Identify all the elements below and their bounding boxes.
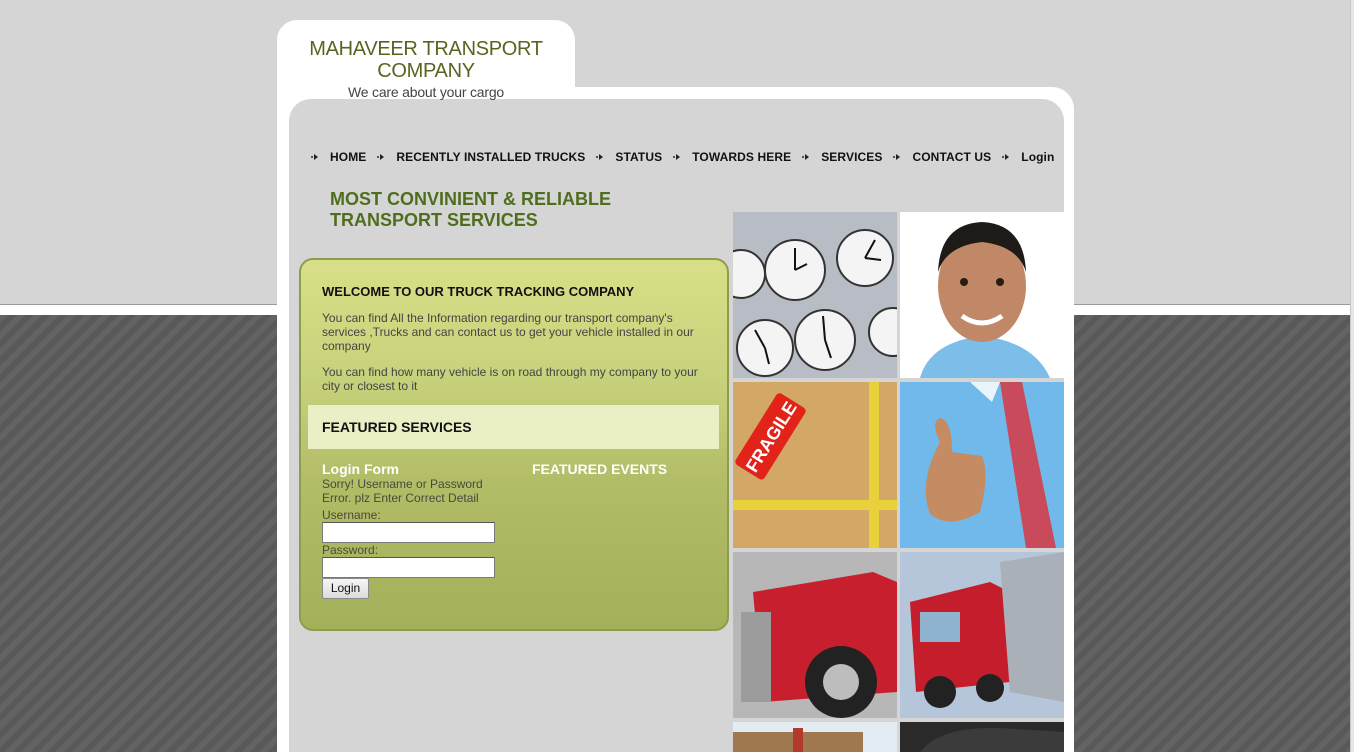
- arrow-bullet-icon: [377, 154, 385, 160]
- nav-item-login[interactable]: Login: [1002, 150, 1054, 164]
- username-input[interactable]: [322, 522, 495, 543]
- arrow-bullet-icon: [311, 154, 318, 160]
- arrow-bullet-icon: [596, 154, 604, 160]
- username-label: Username:: [322, 508, 381, 522]
- welcome-paragraph: You can find All the Information regardi…: [322, 311, 694, 353]
- nav-label[interactable]: TOWARDS HERE: [692, 150, 791, 164]
- dark-vehicle-image: [900, 722, 1064, 752]
- nav-item-status[interactable]: STATUS: [596, 150, 662, 164]
- arrow-bullet-icon: [893, 154, 901, 160]
- warehouse-image: [733, 722, 897, 752]
- nav-item-recently-installed-trucks[interactable]: RECENTLY INSTALLED TRUCKS: [377, 150, 585, 164]
- main-navigation: HOME RECENTLY INSTALLED TRUCKS STATUS TO…: [311, 148, 1054, 166]
- wall-clocks-image: [733, 212, 897, 378]
- fragile-box-image: FRAGILE: [733, 382, 897, 548]
- nav-item-contact-us[interactable]: CONTACT US: [893, 150, 991, 164]
- login-form-title: Login Form: [322, 461, 399, 477]
- featured-services-title: FEATURED SERVICES: [322, 419, 472, 435]
- arrow-bullet-icon: [673, 154, 681, 160]
- password-label: Password:: [322, 543, 379, 557]
- site-title[interactable]: MAHAVEER TRANSPORT COMPANY: [277, 38, 575, 82]
- login-error-message: Sorry! Username or Password Error. plz E…: [322, 477, 483, 505]
- nav-label[interactable]: HOME: [330, 150, 366, 164]
- nav-label[interactable]: SERVICES: [821, 150, 882, 164]
- nav-item-towards-here[interactable]: TOWARDS HERE: [673, 150, 791, 164]
- site-tagline: We care about your cargo: [347, 84, 505, 100]
- login-submit-button[interactable]: Login: [322, 578, 369, 599]
- window-scrollbar[interactable]: [1350, 0, 1354, 752]
- smiling-man-image: [900, 212, 1064, 378]
- password-input[interactable]: [322, 557, 495, 578]
- welcome-title: WELCOME TO OUR TRUCK TRACKING COMPANY: [322, 284, 635, 299]
- hero-headline: MOST CONVINIENT & RELIABLE TRANSPORT SER…: [330, 189, 612, 230]
- nav-item-home[interactable]: HOME: [311, 150, 366, 164]
- nav-label[interactable]: STATUS: [615, 150, 662, 164]
- featured-events-title: FEATURED EVENTS: [532, 461, 668, 477]
- nav-item-services[interactable]: SERVICES: [802, 150, 882, 164]
- nav-label[interactable]: Login: [1021, 150, 1054, 164]
- nav-label[interactable]: CONTACT US: [912, 150, 991, 164]
- thumbs-up-man-image: [900, 382, 1064, 548]
- red-truck-side-image: [900, 552, 1064, 718]
- arrow-bullet-icon: [802, 154, 810, 160]
- nav-label[interactable]: RECENTLY INSTALLED TRUCKS: [396, 150, 585, 164]
- welcome-paragraph: You can find how many vehicle is on road…: [322, 365, 698, 393]
- red-truck-front-image: [733, 552, 897, 718]
- arrow-bullet-icon: [1002, 154, 1010, 160]
